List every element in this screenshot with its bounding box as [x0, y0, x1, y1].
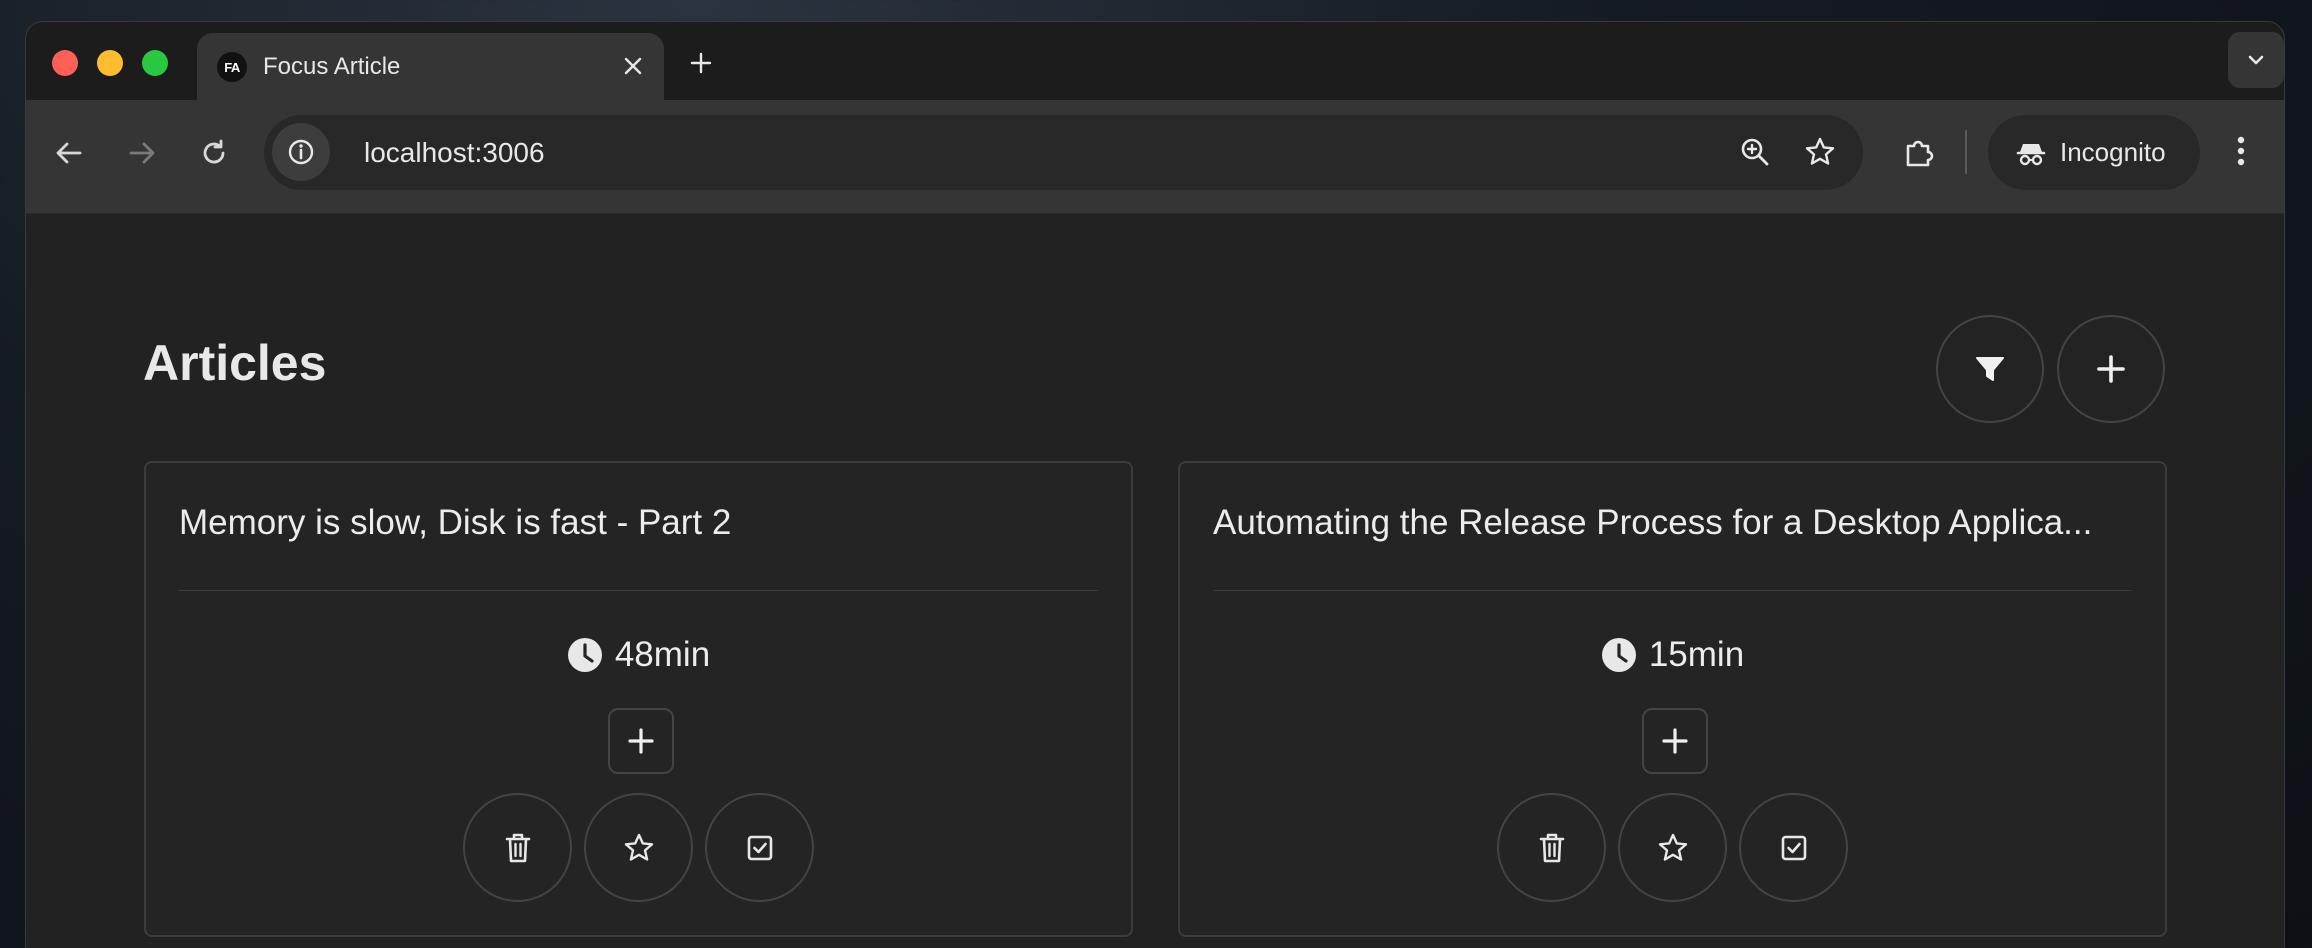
- clock-icon: [567, 637, 603, 673]
- browser-toolbar: localhost:3006 Incognito: [26, 100, 2284, 214]
- plus-icon: [627, 727, 655, 755]
- card-divider: [179, 590, 1098, 591]
- favorite-button[interactable]: [1618, 793, 1727, 902]
- star-icon: [1657, 832, 1689, 864]
- article-card[interactable]: Automating the Release Process for a Des…: [1178, 461, 2167, 937]
- minimize-window-button[interactable]: [97, 50, 123, 76]
- trash-icon: [1537, 832, 1567, 864]
- extensions-puzzle-icon[interactable]: [1896, 130, 1942, 176]
- checkbox-icon: [745, 833, 775, 863]
- add-to-queue-button[interactable]: [1642, 708, 1708, 774]
- more-menu-icon[interactable]: [2218, 128, 2264, 174]
- article-title[interactable]: Automating the Release Process for a Des…: [1213, 503, 2092, 543]
- tab-close-icon[interactable]: [616, 49, 650, 83]
- read-time: 15min: [1180, 635, 2165, 675]
- reload-icon[interactable]: [191, 130, 237, 176]
- read-time-value: 48min: [614, 635, 711, 674]
- back-arrow-icon[interactable]: [46, 130, 92, 176]
- new-tab-button[interactable]: [684, 46, 718, 80]
- url-text[interactable]: localhost:3006: [364, 137, 545, 169]
- checkbox-icon: [1779, 833, 1809, 863]
- add-to-queue-button[interactable]: [608, 708, 674, 774]
- filter-button[interactable]: [1936, 315, 2044, 423]
- read-time-value: 15min: [1648, 635, 1745, 674]
- article-title[interactable]: Memory is slow, Disk is fast - Part 2: [179, 503, 731, 543]
- favorite-button[interactable]: [584, 793, 693, 902]
- browser-window: FA Focus Article localhost:3006 Incognit…: [25, 21, 2285, 948]
- clock-icon: [1601, 637, 1637, 673]
- tab-search-chevron-icon[interactable]: [2228, 32, 2284, 88]
- incognito-label: Incognito: [2060, 137, 2166, 167]
- maximize-window-button[interactable]: [142, 50, 168, 76]
- trash-icon: [503, 832, 533, 864]
- tab-title: Focus Article: [263, 53, 401, 80]
- address-bar[interactable]: localhost:3006: [264, 115, 1863, 190]
- delete-button[interactable]: [1497, 793, 1606, 902]
- mark-read-button[interactable]: [1739, 793, 1848, 902]
- tab-bar: FA Focus Article: [26, 22, 2284, 100]
- card-actions: [146, 793, 1131, 902]
- bookmark-star-icon[interactable]: [1800, 132, 1840, 172]
- incognito-profile-button[interactable]: Incognito: [1988, 115, 2200, 190]
- tab-focus-article[interactable]: FA Focus Article: [197, 33, 664, 100]
- card-divider: [1213, 590, 2132, 591]
- page-content: Articles Memory is slow, Disk is fast - …: [26, 214, 2284, 948]
- zoom-icon[interactable]: [1735, 132, 1775, 172]
- delete-button[interactable]: [463, 793, 572, 902]
- card-actions: [1180, 793, 2165, 902]
- tab-favicon: FA: [217, 52, 247, 82]
- incognito-icon: [2016, 138, 2046, 168]
- site-info-icon[interactable]: [272, 123, 330, 181]
- toolbar-separator: [1965, 130, 1967, 174]
- article-card[interactable]: Memory is slow, Disk is fast - Part 2 48…: [144, 461, 1133, 937]
- plus-icon: [1661, 727, 1689, 755]
- close-window-button[interactable]: [52, 50, 78, 76]
- read-time: 48min: [146, 635, 1131, 675]
- mark-read-button[interactable]: [705, 793, 814, 902]
- add-article-button[interactable]: [2057, 315, 2165, 423]
- forward-arrow-icon[interactable]: [119, 130, 165, 176]
- star-icon: [623, 832, 655, 864]
- filter-icon: [1973, 352, 2007, 386]
- plus-icon: [2094, 352, 2128, 386]
- page-title: Articles: [143, 335, 327, 391]
